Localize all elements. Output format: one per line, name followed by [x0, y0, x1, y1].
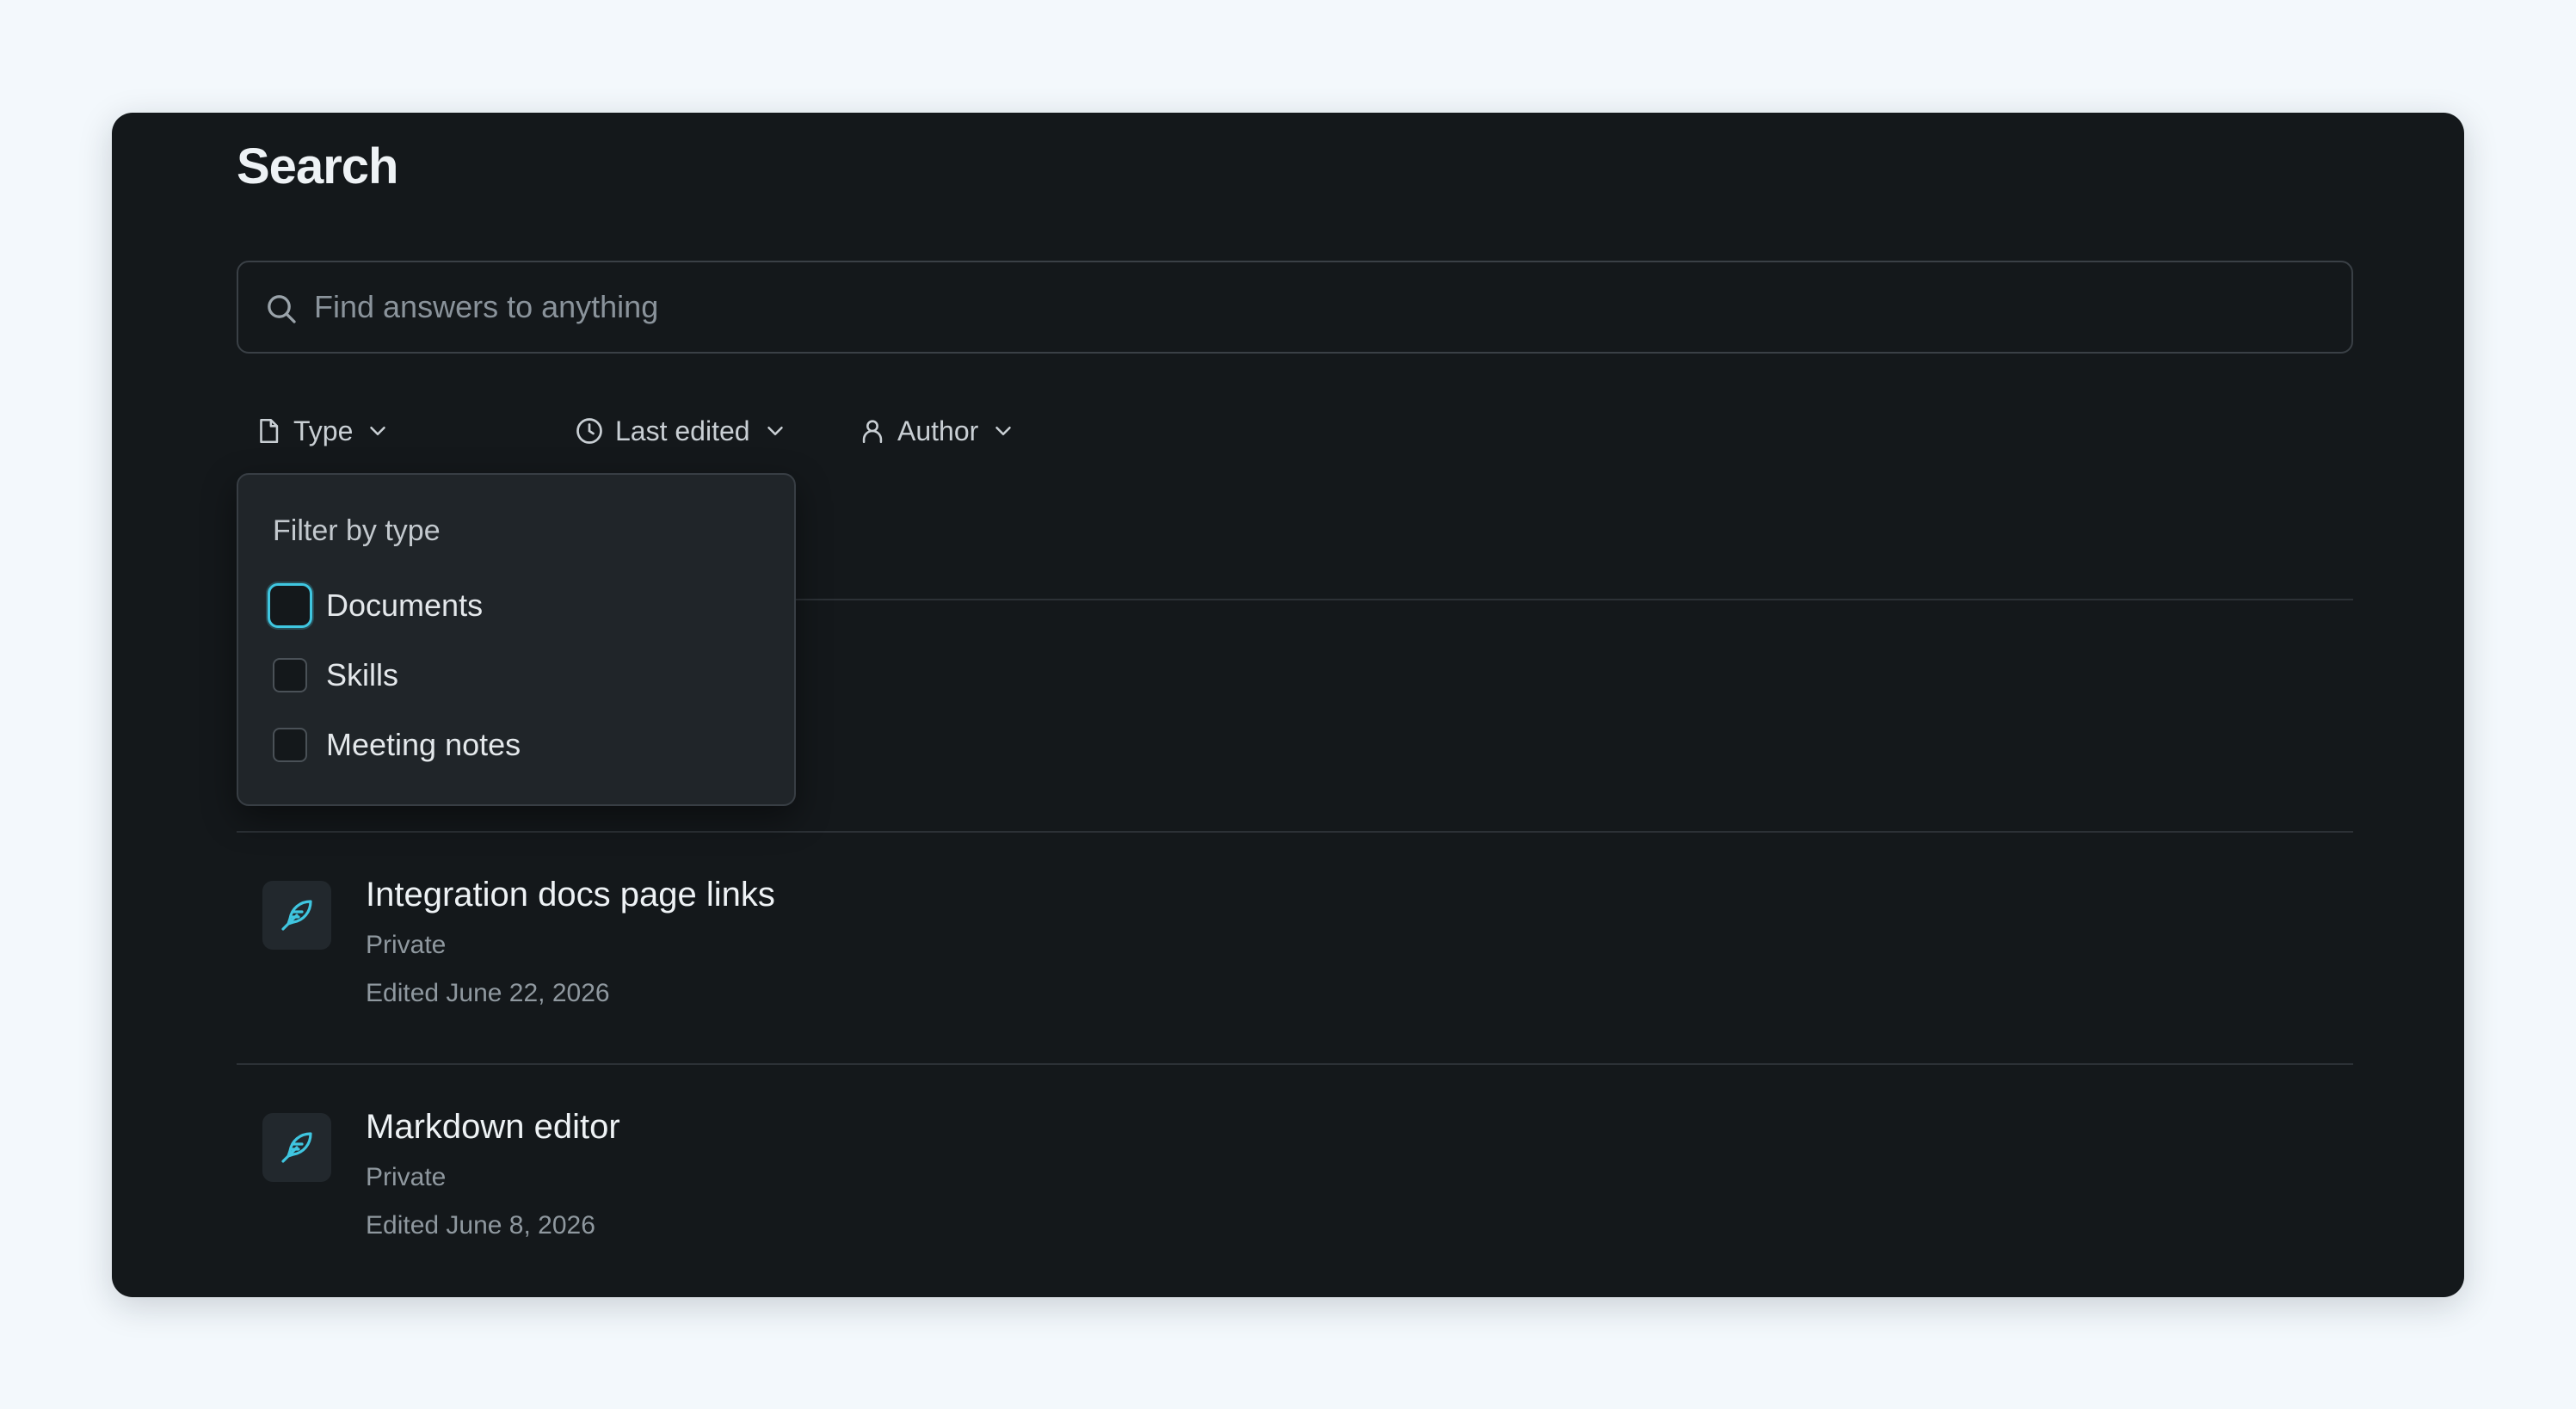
result-title: Markdown editor	[366, 1108, 620, 1146]
search-input[interactable]	[314, 262, 2327, 352]
option-documents[interactable]: Documents	[268, 581, 484, 630]
search-icon	[268, 295, 296, 323]
search-panel: Search Type Last edited	[112, 113, 2464, 1297]
option-meeting-notes[interactable]: Meeting notes	[273, 721, 521, 769]
option-label: Skills	[326, 657, 399, 692]
clock-icon	[576, 418, 602, 444]
page-title: Search	[237, 138, 398, 194]
option-label: Documents	[326, 588, 484, 623]
result-visibility: Private	[366, 1163, 447, 1191]
user-icon	[862, 420, 883, 444]
chevron-down-icon	[370, 427, 386, 435]
type-filter-label: Type	[293, 415, 354, 446]
author-filter-button[interactable]: Author	[858, 409, 1016, 452]
dropdown-title: Filter by type	[273, 514, 441, 547]
result-title: Integration docs page links	[366, 876, 775, 914]
option-skills[interactable]: Skills	[273, 651, 398, 699]
result-item[interactable]: Markdown editor Private Edited June 8, 2…	[237, 1063, 2353, 1295]
document-icon	[260, 418, 279, 444]
result-visibility: Private	[366, 931, 447, 959]
skills-checkbox[interactable]	[273, 658, 307, 692]
option-label: Meeting notes	[326, 727, 521, 762]
search-box[interactable]	[237, 261, 2353, 354]
result-item[interactable]: Integration docs page links Private Edit…	[237, 831, 2353, 1063]
meeting-notes-checkbox[interactable]	[273, 728, 307, 762]
last-edited-filter-button[interactable]: Last edited	[574, 409, 788, 452]
type-filter-dropdown: Filter by type Documents Skills Meeting …	[237, 473, 796, 806]
type-filter-button[interactable]: Type	[254, 409, 391, 452]
chevron-down-icon	[995, 427, 1012, 435]
chevron-down-icon	[767, 427, 783, 435]
feather-icon	[262, 1113, 331, 1182]
last-edited-filter-label: Last edited	[615, 415, 750, 446]
result-edited-date: Edited June 22, 2026	[366, 979, 610, 1007]
documents-checkbox[interactable]	[268, 583, 312, 628]
result-edited-date: Edited June 8, 2026	[366, 1211, 595, 1240]
author-filter-label: Author	[897, 415, 979, 446]
feather-icon	[262, 881, 331, 950]
